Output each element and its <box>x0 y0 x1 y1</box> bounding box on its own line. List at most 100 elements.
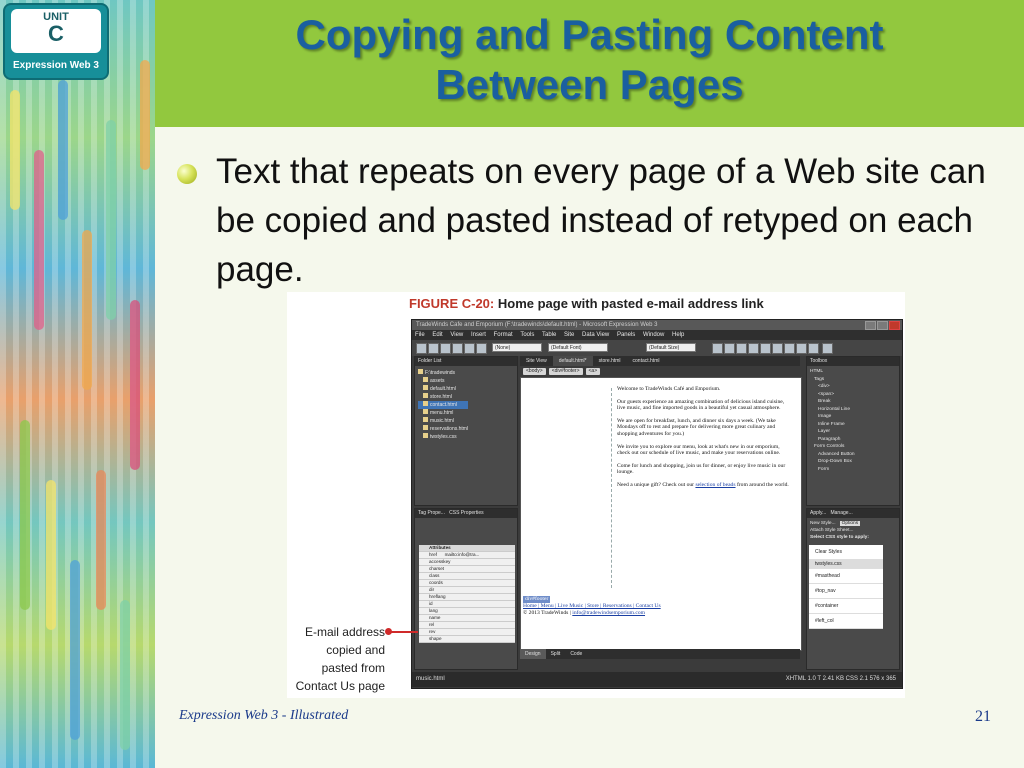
toolbox-group[interactable]: Tags <box>810 376 855 384</box>
tree-item-contact[interactable]: contact.html <box>418 401 469 409</box>
new-icon[interactable] <box>416 343 427 354</box>
menu-window[interactable]: Window <box>643 332 664 338</box>
new-style-button[interactable]: New Style... <box>810 521 836 526</box>
undo-icon[interactable] <box>464 343 475 354</box>
bold-icon[interactable] <box>712 343 723 354</box>
attr-row[interactable]: coords <box>419 580 515 587</box>
attach-style-sheet-button[interactable]: Attach Style Sheet... <box>810 527 869 534</box>
toolbox-group[interactable]: Form Controls <box>810 443 855 451</box>
styles-tabs: Apply... Manage... <box>807 509 899 518</box>
menu-file[interactable]: File <box>415 332 425 338</box>
menu-edit[interactable]: Edit <box>432 332 442 338</box>
align-left-icon[interactable] <box>736 343 747 354</box>
style-item[interactable]: #masthead <box>809 569 883 584</box>
toolbox-item[interactable]: <span> <box>810 391 855 399</box>
numbering-icon[interactable] <box>772 343 783 354</box>
attr-row[interactable]: class <box>419 573 515 580</box>
attr-row[interactable]: charset <box>419 566 515 573</box>
menu-view[interactable]: View <box>450 332 463 338</box>
tree-item-menu[interactable]: menu.html <box>418 409 468 417</box>
border-icon[interactable] <box>808 343 819 354</box>
menu-table[interactable]: Table <box>542 332 556 338</box>
attr-row[interactable]: id <box>419 601 515 608</box>
preview-icon[interactable] <box>452 343 463 354</box>
menu-format[interactable]: Format <box>494 332 513 338</box>
options-button[interactable]: Options <box>839 521 861 526</box>
attr-row[interactable]: name <box>419 615 515 622</box>
toolbox-item[interactable]: Horizontal Line <box>810 406 855 414</box>
style-item[interactable]: #container <box>809 599 883 614</box>
design-view[interactable]: Welcome to TradeWinds Café and Emporium.… <box>520 377 802 651</box>
email-link[interactable]: info@tradewindsemporium.com <box>572 610 645 616</box>
save-icon[interactable] <box>440 343 451 354</box>
style-item[interactable]: Clear Styles <box>809 545 883 560</box>
tab-apply-styles[interactable]: Apply... <box>810 510 826 516</box>
tab-default[interactable]: default.html* <box>552 356 593 366</box>
align-center-icon[interactable] <box>748 343 759 354</box>
tree-item-reservations[interactable]: reservations.html <box>418 425 468 433</box>
italic-icon[interactable] <box>724 343 735 354</box>
attr-row[interactable]: rev <box>419 629 515 636</box>
redo-icon[interactable] <box>476 343 487 354</box>
menu-tools[interactable]: Tools <box>520 332 534 338</box>
size-select[interactable]: (Default Size) <box>646 343 696 352</box>
attr-row[interactable]: dir <box>419 587 515 594</box>
tree-item-store[interactable]: store.html <box>418 393 468 401</box>
attr-row[interactable]: accesskey <box>419 559 515 566</box>
tab-split[interactable]: Split <box>546 649 566 659</box>
bullet-icon <box>177 164 197 184</box>
menu-data-view[interactable]: Data View <box>582 332 609 338</box>
open-icon[interactable] <box>428 343 439 354</box>
toolbox-item[interactable]: <div> <box>810 383 855 391</box>
tab-site-view[interactable]: Site View <box>520 356 553 366</box>
beads-link[interactable]: selection of beads <box>695 482 735 488</box>
toolbox-item[interactable]: Image <box>810 413 855 421</box>
tab-code[interactable]: Code <box>565 649 587 659</box>
toolbox-item[interactable]: Break <box>810 398 855 406</box>
style-item[interactable]: #top_nav <box>809 584 883 599</box>
tab-contact[interactable]: contact.html <box>627 356 666 366</box>
footer-nav-links[interactable]: Home | Menu | Live Music | Store | Reser… <box>523 603 661 609</box>
attr-row[interactable]: rel <box>419 622 515 629</box>
attr-row[interactable]: lang <box>419 608 515 615</box>
tab-css-properties[interactable]: CSS Properties <box>449 510 483 516</box>
toolbox-group[interactable]: HTML <box>810 368 855 376</box>
toolbox-item[interactable]: Layer <box>810 428 855 436</box>
align-right-icon[interactable] <box>760 343 771 354</box>
tab-tag-properties[interactable]: Tag Prope... <box>418 510 445 516</box>
menu-help[interactable]: Help <box>672 332 684 338</box>
tab-design[interactable]: Design <box>520 649 546 659</box>
indent-icon[interactable] <box>796 343 807 354</box>
highlight-icon[interactable] <box>822 343 833 354</box>
tag-div-footer[interactable]: <div#footer> <box>548 368 583 375</box>
tag-a[interactable]: <a> <box>585 368 601 375</box>
attr-row[interactable]: hreflang <box>419 594 515 601</box>
tab-manage-styles[interactable]: Manage... <box>830 510 852 516</box>
toolbox-item[interactable]: Drop-Down Box <box>810 458 855 466</box>
tree-item-default[interactable]: default.html <box>418 385 468 393</box>
close-button[interactable] <box>889 321 900 330</box>
menu-panels[interactable]: Panels <box>617 332 635 338</box>
font-select[interactable]: (Default Font) <box>548 343 608 352</box>
minimize-button[interactable] <box>865 321 876 330</box>
style-item[interactable]: #left_col <box>809 614 883 629</box>
toolbox-item[interactable]: Form <box>810 466 855 474</box>
tree-item-css[interactable]: twstyles.css <box>418 433 468 441</box>
toolbox-item[interactable]: Advanced Button <box>810 451 855 459</box>
maximize-button[interactable] <box>877 321 888 330</box>
toolbox-item[interactable]: Paragraph <box>810 436 855 444</box>
menu-site[interactable]: Site <box>564 332 574 338</box>
course-footer: Expression Web 3 - Illustrated <box>179 708 349 723</box>
bullets-icon[interactable] <box>784 343 795 354</box>
attr-row[interactable]: href mailto:info@tra... <box>419 552 515 559</box>
tree-item-music[interactable]: music.html <box>418 417 468 425</box>
toolbox-item[interactable]: Inline Frame <box>810 421 855 429</box>
tree-item-root[interactable]: F:\tradewinds <box>418 369 468 377</box>
tag-body[interactable]: <body> <box>523 368 546 375</box>
tree-item-assets[interactable]: assets <box>418 377 468 385</box>
slide-title: Copying and Pasting Content Between Page… <box>155 10 1024 110</box>
attr-row[interactable]: shape <box>419 636 515 643</box>
style-select[interactable]: (None) <box>492 343 542 352</box>
tab-store[interactable]: store.html <box>593 356 627 366</box>
menu-insert[interactable]: Insert <box>471 332 486 338</box>
